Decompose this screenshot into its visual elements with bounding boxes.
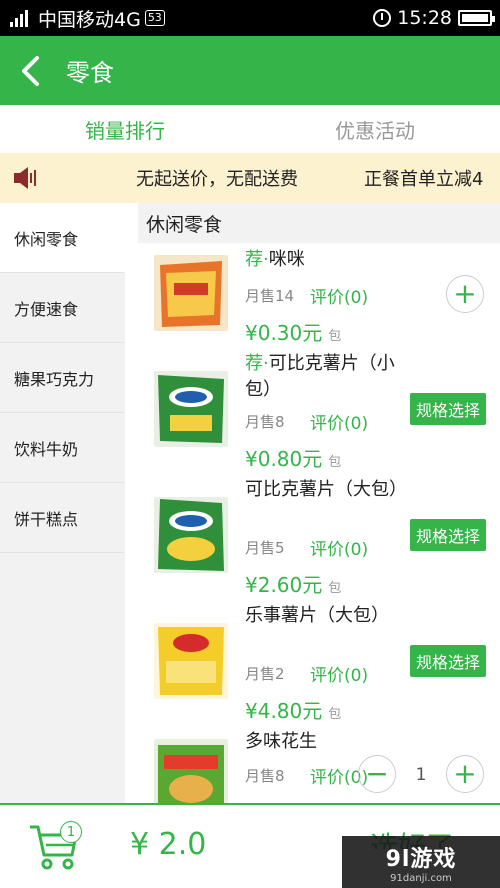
sidebar-item-candy-chocolate[interactable]: 糖果巧克力	[0, 343, 125, 413]
tab-bar: 销量排行 优惠活动	[0, 105, 500, 153]
monthly-sales: 月售14	[245, 287, 295, 305]
battery-icon	[458, 10, 495, 26]
product-image	[154, 255, 228, 331]
category-title: 休闲零食	[138, 203, 500, 243]
spec-select-button[interactable]: 规格选择	[410, 645, 486, 677]
spec-select-button[interactable]: 规格选择	[410, 393, 486, 425]
signal-icon	[10, 9, 28, 27]
list-item: 可比克薯片（大包） 月售5 评价(0) ¥2.60元包 规格选择	[138, 479, 500, 607]
chevron-left-icon	[22, 55, 39, 86]
product-price: ¥0.30元	[245, 321, 323, 345]
alarm-icon	[373, 9, 392, 27]
product-price: ¥0.80元	[245, 447, 323, 471]
notice-text-secondary: 正餐首单立减4	[364, 169, 484, 190]
sidebar-item-snacks[interactable]: 休闲零食	[0, 203, 125, 273]
list-item: 多味花生 月售8 评价(0) − 1 +	[138, 731, 500, 803]
rating-link[interactable]: 评价(0)	[310, 661, 368, 686]
decrease-button[interactable]: −	[358, 755, 396, 793]
tab-sales-ranking[interactable]: 销量排行	[0, 105, 250, 153]
product-image	[154, 623, 228, 699]
list-item: 乐事薯片（大包） 月售2 评价(0) ¥4.80元包 规格选择	[138, 605, 500, 733]
status-time: 15:28	[397, 7, 452, 29]
product-image	[154, 497, 228, 573]
cart-total: ¥ 2.0	[130, 827, 207, 862]
product-image	[154, 371, 228, 447]
back-button[interactable]	[0, 36, 60, 105]
rating-link[interactable]: 评价(0)	[310, 535, 368, 560]
price-unit: 包	[328, 329, 342, 344]
notice-text: 无起送价，无配送费	[136, 169, 298, 190]
spec-select-button[interactable]: 规格选择	[410, 519, 486, 551]
page-title: 零食	[66, 59, 114, 87]
product-name: 多味花生	[245, 731, 317, 752]
list-item: 荐·可比克薯片（小包） 月售8 评价(0) ¥0.80元包 规格选择	[138, 353, 500, 481]
product-name: 乐事薯片（大包）	[245, 605, 389, 626]
watermark-title: 9l游戏	[385, 846, 457, 872]
product-name: 咪咪	[268, 249, 305, 270]
product-name: 可比克薯片（大包）	[245, 479, 407, 500]
status-bar: 中国移动4G 53 15:28	[0, 0, 500, 36]
category-sidebar: 休闲零食 方便速食 糖果巧克力 饮料牛奶 饼干糕点	[0, 203, 125, 803]
rating-link[interactable]: 评价(0)	[310, 409, 368, 434]
list-item: 荐·咪咪 月售14 评价(0) ¥0.30元包 +	[138, 243, 500, 355]
product-list: 休闲零食 荐·咪咪 月售14 评价(0) ¥0.30元包 + 荐·可比克薯片（小…	[138, 203, 500, 803]
sidebar-item-instant-food[interactable]: 方便速食	[0, 273, 125, 343]
increase-button[interactable]: +	[446, 755, 484, 793]
product-image	[154, 739, 228, 803]
monthly-sales: 月售5	[245, 539, 285, 557]
sidebar-item-biscuits-cakes[interactable]: 饼干糕点	[0, 483, 125, 553]
tab-promotions[interactable]: 优惠活动	[250, 105, 500, 153]
cart-count-badge: 1	[60, 821, 82, 843]
network-badge: 53	[144, 10, 165, 26]
price-unit: 包	[328, 707, 342, 722]
quantity-value: 1	[415, 765, 427, 785]
watermark-url: 91danji.com	[390, 872, 452, 884]
add-button[interactable]: +	[446, 275, 484, 313]
notice-bar: 无起送价，无配送费 正餐首单立减4	[0, 153, 500, 203]
speaker-icon	[14, 167, 36, 189]
monthly-sales: 月售2	[245, 665, 285, 683]
price-unit: 包	[328, 455, 342, 470]
price-unit: 包	[328, 581, 342, 596]
sidebar-item-drinks-milk[interactable]: 饮料牛奶	[0, 413, 125, 483]
rating-link[interactable]: 评价(0)	[310, 283, 368, 308]
monthly-sales: 月售8	[245, 767, 285, 785]
recommend-tag: 荐·	[245, 353, 269, 374]
product-price: ¥2.60元	[245, 573, 323, 597]
monthly-sales: 月售8	[245, 413, 285, 431]
watermark-logo: 9l游戏 91danji.com	[342, 836, 500, 888]
carrier-label: 中国移动4G	[38, 8, 141, 31]
recommend-tag: 荐·	[245, 249, 269, 270]
title-bar: 零食	[0, 36, 500, 105]
product-price: ¥4.80元	[245, 699, 323, 723]
